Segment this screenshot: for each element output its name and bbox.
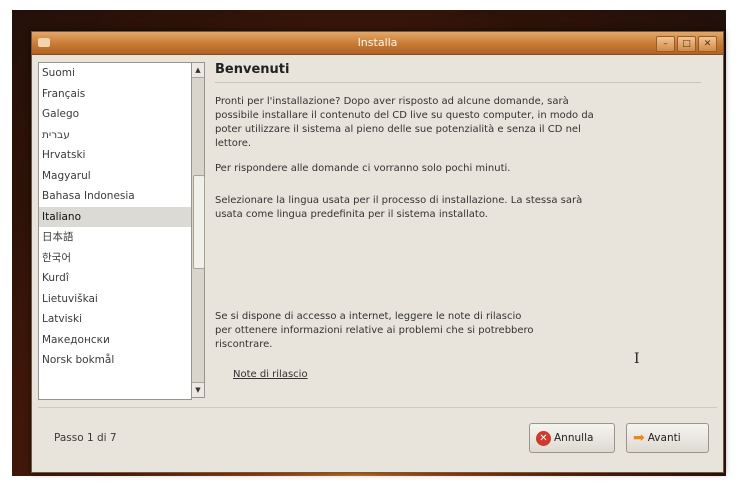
text-cursor-icon: I	[634, 351, 640, 367]
language-item[interactable]: Italiano	[39, 206, 191, 227]
release-notes-text: Se si dispone di accesso a internet, leg…	[215, 311, 534, 350]
language-item[interactable]: Suomi	[39, 63, 191, 84]
scrollbar-thumb[interactable]	[193, 175, 205, 269]
language-item[interactable]: עברית	[39, 125, 191, 146]
scroll-up-icon[interactable]: ▲	[192, 63, 204, 78]
language-item[interactable]: Norsk bokmål	[39, 350, 191, 371]
language-item[interactable]: Magyarul	[39, 166, 191, 187]
welcome-panel: Benvenuti Pronti per l'installazione? Do…	[215, 62, 710, 398]
window-controls: – □ ✕	[656, 36, 717, 52]
language-item[interactable]: Hrvatski	[39, 145, 191, 166]
language-item[interactable]: Bahasa Indonesia	[39, 186, 191, 207]
cancel-button-label: Annulla	[554, 432, 594, 444]
heading-divider	[215, 82, 701, 83]
language-item[interactable]: 한국어	[39, 248, 191, 269]
language-instruction-text: Selezionare la lingua usata per il proce…	[215, 195, 583, 220]
language-item[interactable]: Lietuviškai	[39, 289, 191, 310]
cancel-button[interactable]: ✕ Annulla	[529, 423, 615, 453]
release-notes-link[interactable]: Note di rilascio	[233, 369, 308, 380]
language-list-scrollbar[interactable]: ▲ ▼	[191, 62, 205, 398]
language-item[interactable]: Македонски	[39, 330, 191, 351]
minimize-icon[interactable]: –	[656, 36, 675, 52]
step-indicator: Passo 1 di 7	[54, 432, 117, 444]
cancel-icon: ✕	[536, 430, 551, 446]
language-item[interactable]: 日本語	[39, 227, 191, 248]
installer-window: Installa – □ ✕ Suomi Français Galego עברית H…	[31, 31, 724, 473]
next-button[interactable]: ➡ Avanti	[626, 423, 709, 453]
language-item[interactable]: Latviski	[39, 309, 191, 330]
close-icon[interactable]: ✕	[698, 36, 717, 52]
maximize-icon[interactable]: □	[677, 36, 696, 52]
scroll-down-icon[interactable]: ▼	[192, 382, 204, 397]
language-item[interactable]: Galego	[39, 104, 191, 125]
language-item[interactable]: Kurdî	[39, 268, 191, 289]
language-list[interactable]: Suomi Français Galego עברית Hrvatski Magyarul…	[38, 62, 192, 400]
page-title: Benvenuti	[215, 62, 290, 77]
next-button-label: Avanti	[647, 432, 681, 444]
window-title: Installa	[357, 36, 398, 49]
title-bar[interactable]: Installa – □ ✕	[32, 32, 723, 55]
duration-text: Per rispondere alle domande ci vorranno …	[215, 163, 511, 174]
intro-text: Pronti per l'installazione? Dopo aver ri…	[215, 96, 594, 149]
forward-arrow-icon: ➡	[633, 429, 645, 446]
language-item[interactable]: Français	[39, 84, 191, 105]
desktop-background: Installa – □ ✕ Suomi Français Galego עברית H…	[12, 10, 726, 476]
footer-divider	[38, 407, 717, 408]
